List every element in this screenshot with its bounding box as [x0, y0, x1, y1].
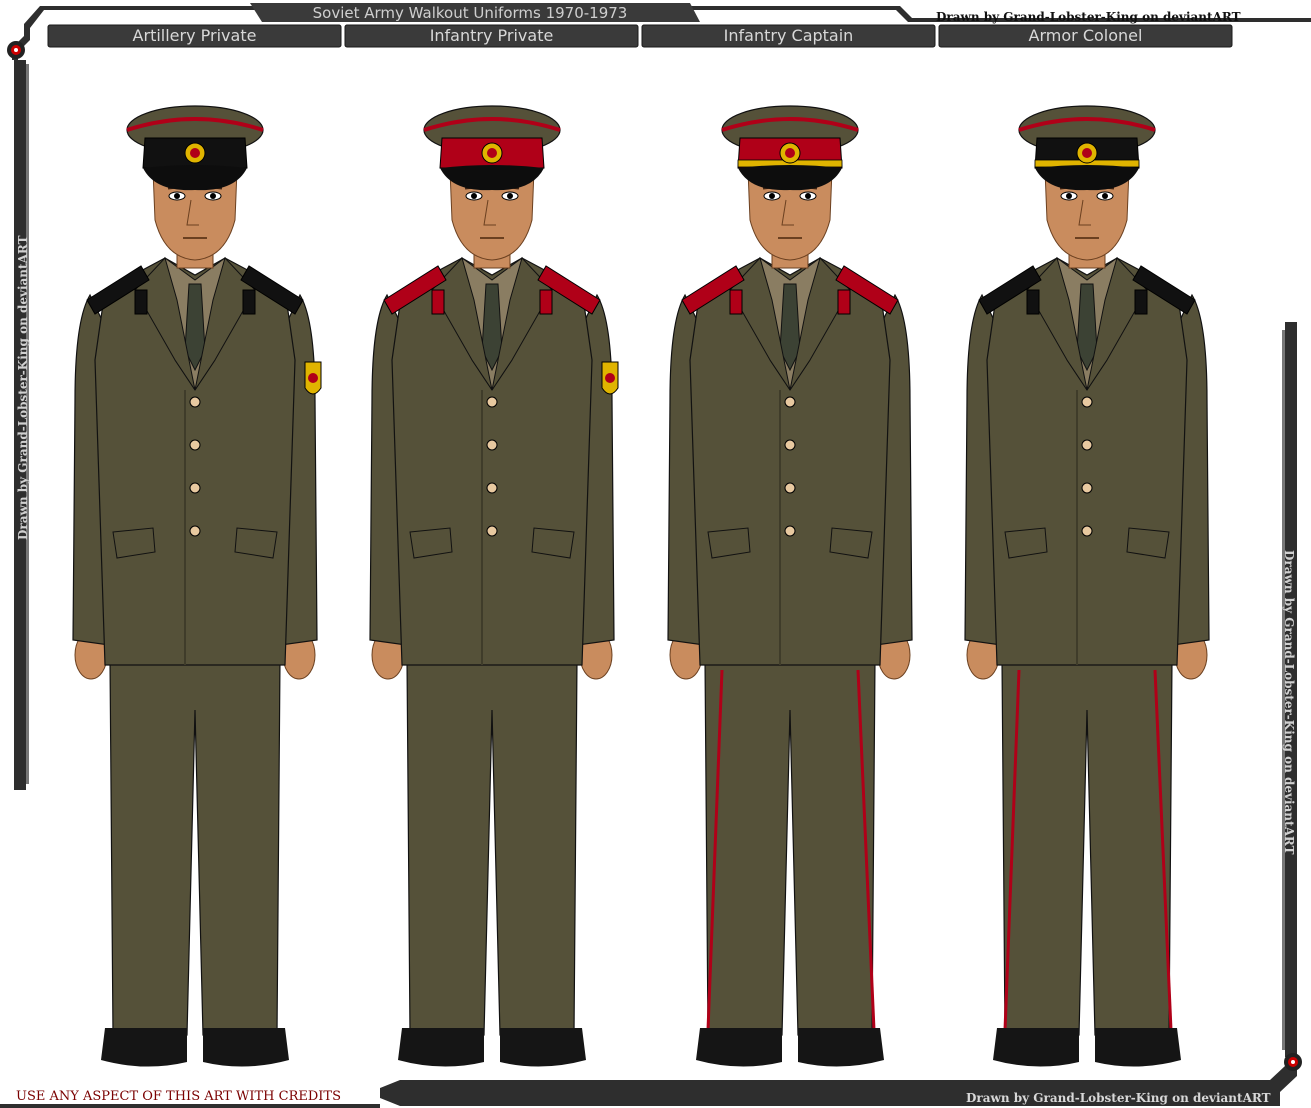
label-artillery-private: Artillery Private	[132, 26, 257, 45]
credit-bottom: Drawn by Grand-Lobster-King on deviantAR…	[966, 1091, 1271, 1105]
label-infantry-captain: Infantry Captain	[723, 26, 854, 45]
figure-infantry-private	[369, 105, 619, 1067]
figure-armor-colonel	[964, 105, 1210, 1067]
credit-top: Drawn by Grand-Lobster-King on deviantAR…	[936, 10, 1241, 24]
figure-infantry-captain	[667, 105, 913, 1067]
label-infantry-private: Infantry Private	[429, 26, 554, 45]
side-credit-left: Drawn by Grand-Lobster-King on deviantAR…	[16, 235, 30, 540]
figure-artillery-private	[72, 105, 322, 1067]
page-title: Soviet Army Walkout Uniforms 1970-1973	[312, 4, 628, 22]
label-armor-colonel: Armor Colonel	[1028, 26, 1143, 45]
side-credit-right: Drawn by Grand-Lobster-King on deviantAR…	[1282, 550, 1296, 855]
usage-note: USE ANY ASPECT OF THIS ART WITH CREDITS	[16, 1089, 341, 1104]
